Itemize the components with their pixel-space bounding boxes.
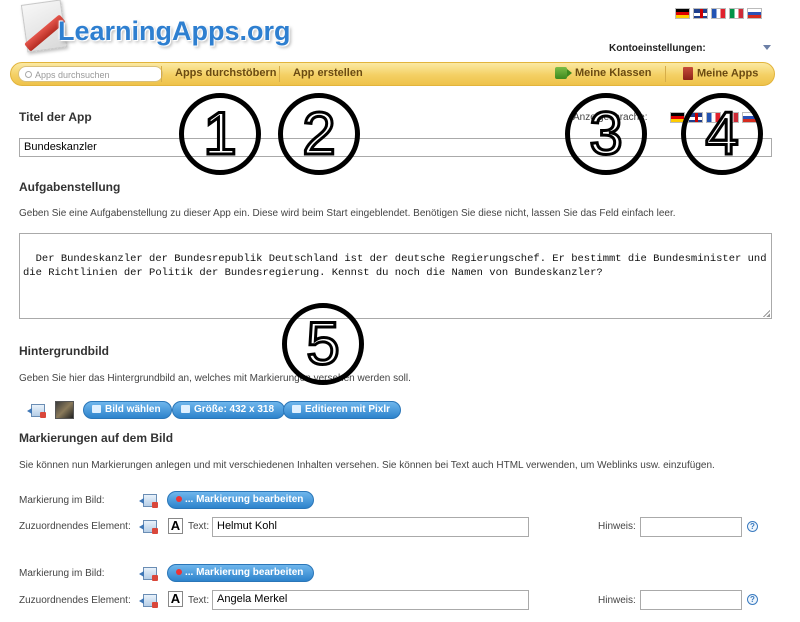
logo-text: LearningApps.org — [58, 16, 291, 46]
classes-icon — [555, 67, 572, 80]
flag-fr-icon[interactable] — [711, 8, 726, 19]
markers-heading: Markierungen auf dem Bild — [19, 431, 174, 445]
dialog-icon[interactable] — [27, 404, 46, 418]
nav-my-apps[interactable]: Meine Apps — [683, 67, 758, 80]
element-label: Zuzuordnendes Element: — [19, 595, 131, 606]
annotation-number: 2 — [278, 93, 360, 175]
element-label: Zuzuordnendes Element: — [19, 521, 131, 532]
marker-text-input[interactable]: Helmut Kohl — [212, 517, 529, 537]
nav-separator — [161, 66, 162, 82]
logo[interactable]: LearningApps.org — [18, 0, 291, 64]
nav-my-classes-label: Meine Klassen — [575, 67, 652, 79]
nav-browse-apps[interactable]: Apps durchstöbern — [175, 67, 276, 79]
annotation-number: 5 — [282, 303, 364, 385]
resize-icon — [181, 405, 190, 413]
dialog-icon[interactable] — [139, 594, 158, 608]
annotation-number: 3 — [565, 93, 647, 175]
title-heading: Titel der App — [19, 110, 92, 124]
image-icon — [92, 405, 101, 413]
image-size-button[interactable]: Größe: 432 x 318 — [172, 401, 286, 419]
annotation-number: 4 — [681, 93, 763, 175]
main-navbar: Apps durchsuchen Apps durchstöbern App e… — [10, 62, 775, 86]
marker-label: Markierung im Bild: — [19, 495, 105, 506]
search-input[interactable]: Apps durchsuchen — [18, 66, 163, 82]
dialog-icon[interactable] — [139, 494, 158, 508]
text-label: Text: — [188, 521, 210, 532]
app-title-input[interactable]: Bundeskanzler — [19, 138, 772, 157]
flag-de-icon[interactable] — [675, 8, 690, 19]
task-textarea[interactable]: Der Bundeskanzler der Bundesrepublik Deu… — [19, 233, 772, 319]
edit-marker-button[interactable]: ... Markierung bearbeiten — [167, 491, 315, 509]
flag-ru-icon[interactable] — [747, 8, 762, 19]
flag-gb-icon[interactable] — [693, 8, 708, 19]
edit-icon — [292, 405, 301, 413]
nav-my-apps-label: Meine Apps — [697, 67, 759, 80]
pin-icon — [176, 569, 182, 575]
marker-label: Markierung im Bild: — [19, 568, 105, 579]
dialog-icon[interactable] — [139, 567, 158, 581]
nav-my-classes[interactable]: Meine Klassen — [555, 67, 652, 80]
text-type-icon[interactable]: A — [168, 591, 183, 607]
text-label: Text: — [188, 595, 210, 606]
marker-text-input[interactable]: Angela Merkel — [212, 590, 529, 610]
text-type-icon[interactable]: A — [168, 518, 183, 534]
marker-hint-input[interactable] — [640, 517, 742, 537]
task-heading: Aufgabenstellung — [19, 180, 121, 194]
background-heading: Hintergrundbild — [19, 344, 109, 358]
choose-image-button[interactable]: Bild wählen — [83, 401, 172, 419]
resize-handle-icon[interactable] — [763, 310, 770, 317]
task-text: Der Bundeskanzler der Bundesrepublik Deu… — [23, 253, 767, 279]
account-settings-label[interactable]: Kontoeinstellungen: — [609, 43, 706, 54]
edit-marker-label: ... Markierung bearbeiten — [185, 567, 304, 578]
background-hint: Geben Sie hier das Hintergrundbild an, w… — [19, 373, 411, 384]
dialog-icon[interactable] — [139, 520, 158, 534]
nav-separator — [665, 66, 666, 82]
pixlr-edit-button[interactable]: Editieren mit Pixlr — [283, 401, 402, 419]
background-thumbnail[interactable] — [55, 401, 74, 419]
markers-hint: Sie können nun Markierungen anlegen und … — [19, 460, 715, 471]
choose-image-label: Bild wählen — [105, 404, 161, 415]
pin-icon — [176, 496, 182, 502]
search-icon — [25, 71, 32, 78]
annotation-number: 1 — [179, 93, 261, 175]
edit-marker-label: ... Markierung bearbeiten — [185, 494, 304, 505]
chevron-down-icon[interactable] — [763, 45, 771, 50]
search-placeholder: Apps durchsuchen — [35, 69, 110, 80]
flag-it-icon[interactable] — [729, 8, 744, 19]
site-language-flags — [675, 8, 762, 19]
nav-create-app[interactable]: App erstellen — [293, 67, 363, 79]
pixlr-edit-label: Editieren mit Pixlr — [305, 404, 391, 415]
marker-hint-input[interactable] — [640, 590, 742, 610]
image-size-label: Größe: 432 x 318 — [194, 404, 275, 415]
hint-label: Hinweis: — [598, 521, 636, 532]
help-icon[interactable]: ? — [747, 594, 758, 605]
my-apps-icon — [683, 67, 693, 80]
nav-separator — [279, 66, 280, 82]
edit-marker-button[interactable]: ... Markierung bearbeiten — [167, 564, 315, 582]
task-hint: Geben Sie eine Aufgabenstellung zu diese… — [19, 208, 676, 219]
hint-label: Hinweis: — [598, 595, 636, 606]
help-icon[interactable]: ? — [747, 521, 758, 532]
